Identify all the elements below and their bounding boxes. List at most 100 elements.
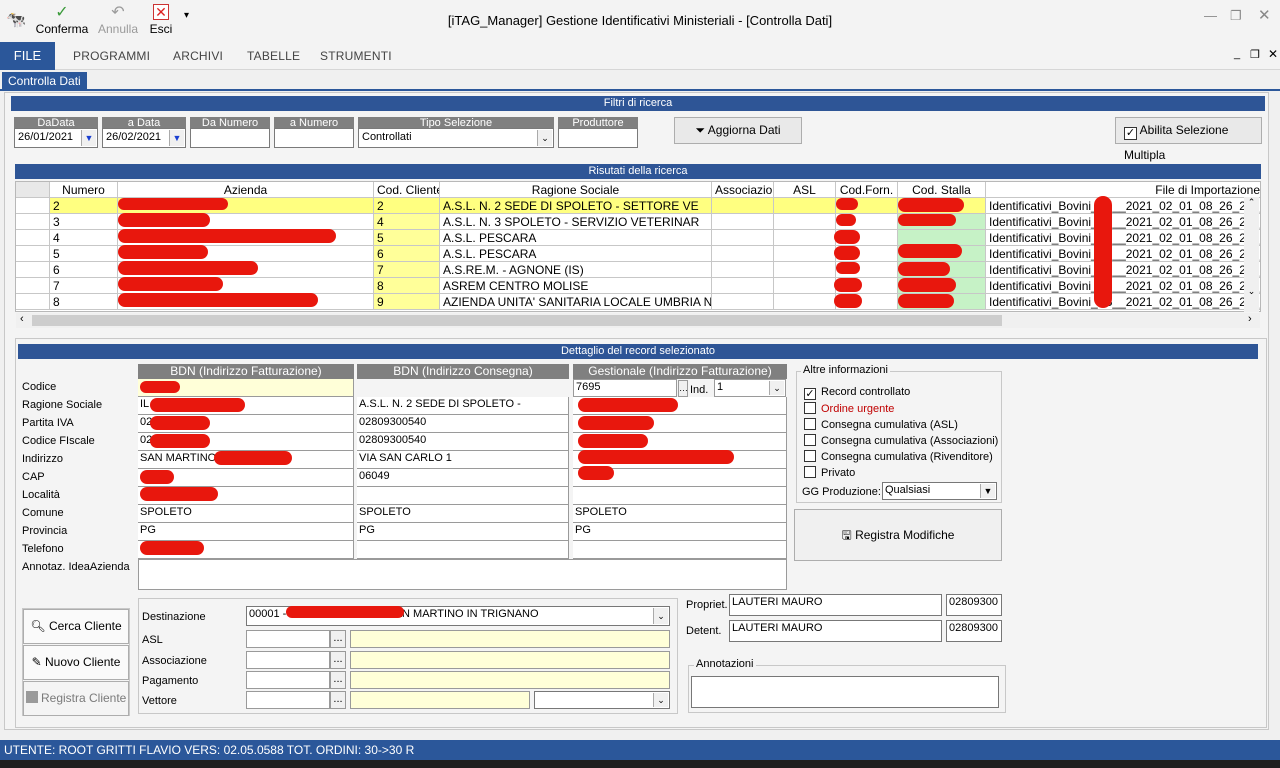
gestionale-codice[interactable]: 7695	[573, 379, 677, 397]
row-selector[interactable]	[16, 261, 50, 278]
consegna-associazioni-checkbox[interactable]: Consegna cumulativa (Associazioni)	[804, 434, 998, 447]
minimize-icon[interactable]: —	[1204, 8, 1217, 23]
vettore-picker-button[interactable]: ...	[330, 691, 346, 709]
label-codice-fiscale: Codice FIscale	[22, 435, 95, 447]
row-selector[interactable]	[16, 229, 50, 246]
col-ragione-sociale[interactable]: Ragione Sociale	[439, 182, 712, 198]
asl-picker-button[interactable]: ...	[330, 630, 346, 648]
redaction-mark	[578, 434, 648, 448]
register-client-button[interactable]: Registra Cliente	[23, 681, 129, 716]
col-numero[interactable]: Numero	[49, 182, 118, 198]
scroll-up-icon[interactable]: ⌃	[1244, 197, 1259, 208]
ordine-urgente-checkbox[interactable]: Ordine urgente	[804, 402, 894, 415]
delivery-partita-iva[interactable]: 02809300540	[357, 415, 569, 433]
producer-input[interactable]	[558, 128, 638, 148]
row-selector[interactable]	[16, 245, 50, 262]
gestionale-telefono[interactable]	[573, 541, 787, 559]
delivery-localita[interactable]	[357, 487, 569, 505]
pagamento-code-input[interactable]	[246, 671, 330, 689]
new-client-button[interactable]: ✎ Nuovo Cliente	[23, 645, 129, 680]
doc-tab-controlla-dati[interactable]: Controlla Dati	[2, 72, 87, 90]
col-file-importazione[interactable]: File di Importazione	[985, 182, 1260, 198]
col-cod-stalla[interactable]: Cod. Stalla	[897, 182, 986, 198]
privato-checkbox[interactable]: Privato	[804, 466, 855, 479]
vettore-name-field[interactable]	[350, 691, 530, 709]
mdi-restore-icon[interactable]: ❐	[1250, 48, 1260, 61]
delivery-provincia[interactable]: PG	[357, 523, 569, 541]
delivery-comune[interactable]: SPOLETO	[357, 505, 569, 523]
col-cod-forn[interactable]: Cod.Forn.	[835, 182, 898, 198]
vettore-code-input[interactable]	[246, 691, 330, 709]
pagamento-picker-button[interactable]: ...	[330, 671, 346, 689]
billing-provincia[interactable]: PG	[138, 523, 354, 541]
mdi-minimize-icon[interactable]: _	[1234, 48, 1240, 60]
scroll-left-icon[interactable]: ‹	[20, 313, 24, 325]
vettore-select[interactable]: ⌄	[534, 691, 670, 709]
gestionale-provincia[interactable]: PG	[573, 523, 787, 541]
scroll-thumb[interactable]	[32, 315, 1002, 326]
gestionale-comune[interactable]: SPOLETO	[573, 505, 787, 523]
grid-vertical-scrollbar[interactable]: ⌃ ⌄	[1244, 197, 1259, 312]
restore-icon[interactable]: ❐	[1230, 8, 1242, 24]
from-number-input[interactable]	[190, 128, 270, 148]
from-date-calendar-icon[interactable]: ▼	[81, 130, 96, 146]
annotazioni-field[interactable]	[691, 676, 999, 708]
tab-programmi[interactable]: PROGRAMMI	[73, 49, 150, 63]
tab-file[interactable]: FILE	[0, 42, 55, 70]
row-selector[interactable]	[16, 197, 50, 214]
delivery-ragione-sociale[interactable]: A.S.L. N. 2 SEDE DI SPOLETO -	[357, 397, 569, 415]
asl-name-field[interactable]	[350, 630, 670, 648]
ind-select[interactable]: 1 ⌄	[714, 379, 786, 397]
col-associazione[interactable]: Associazione	[711, 182, 774, 198]
to-date-value: 26/02/2021	[106, 131, 162, 143]
proprietario-code[interactable]: 02809300	[946, 594, 1002, 616]
associazione-name-field[interactable]	[350, 651, 670, 669]
refresh-button[interactable]: ⏷ Aggiorna Dati	[674, 117, 802, 144]
delivery-indirizzo[interactable]: VIA SAN CARLO 1	[357, 451, 569, 469]
consegna-rivenditore-checkbox[interactable]: Consegna cumulativa (Rivenditore)	[804, 450, 993, 463]
cell-ragione-sociale: AZIENDA UNITA' SANITARIA LOCALE UMBRIA N	[439, 293, 712, 310]
mdi-close-icon[interactable]: ✕	[1268, 47, 1278, 61]
col-azienda[interactable]: Azienda	[117, 182, 374, 198]
tab-strumenti[interactable]: STRUMENTI	[320, 49, 392, 63]
gg-produzione-select[interactable]: Qualsiasi ▼	[882, 482, 997, 500]
associazione-picker-button[interactable]: ...	[330, 651, 346, 669]
col-cod-cliente[interactable]: Cod. Cliente	[373, 182, 440, 198]
scroll-down-icon[interactable]: ⌄	[1244, 286, 1259, 297]
search-client-button[interactable]: 🔍︎ Cerca Cliente	[23, 609, 129, 644]
cell-cod-cliente: 2	[373, 197, 440, 214]
asl-code-input[interactable]	[246, 630, 330, 648]
scroll-right-icon[interactable]: ›	[1248, 313, 1252, 325]
associazione-code-input[interactable]	[246, 651, 330, 669]
gestionale-code-picker-icon[interactable]: …	[678, 380, 688, 397]
grid-horizontal-scrollbar[interactable]: ‹ ›	[16, 313, 1260, 328]
delivery-telefono[interactable]	[357, 541, 569, 559]
row-selector[interactable]	[16, 293, 50, 310]
to-number-input[interactable]	[274, 128, 354, 148]
tab-archivi[interactable]: ARCHIVI	[173, 49, 223, 63]
row-selector[interactable]	[16, 213, 50, 230]
selection-type-select[interactable]: Controllati ⌄	[358, 128, 554, 148]
detentore-code[interactable]: 02809300	[946, 620, 1002, 642]
to-date-calendar-icon[interactable]: ▼	[169, 130, 184, 146]
multi-select-checkbox[interactable]: ✓ Abilita Selezione Multipla	[1115, 117, 1262, 162]
billing-comune[interactable]: SPOLETO	[138, 505, 354, 523]
col-asl[interactable]: ASL	[773, 182, 836, 198]
delivery-codice-fiscale[interactable]: 02809300540	[357, 433, 569, 451]
consegna-asl-checkbox[interactable]: Consegna cumulativa (ASL)	[804, 418, 958, 431]
delivery-cap[interactable]: 06049	[357, 469, 569, 487]
proprietario-name[interactable]: LAUTERI MAURO	[729, 594, 942, 616]
redaction-mark	[118, 277, 223, 291]
detentore-name[interactable]: LAUTERI MAURO	[729, 620, 942, 642]
redaction-mark	[834, 294, 862, 308]
save-changes-button[interactable]: 🖫 Registra Modifiche	[794, 509, 1002, 561]
gestionale-localita[interactable]	[573, 487, 787, 505]
tab-tabelle[interactable]: TABELLE	[247, 49, 300, 63]
row-selector[interactable]	[16, 277, 50, 294]
from-date-input[interactable]: 26/01/2021 ▼	[14, 128, 98, 148]
record-controllato-checkbox[interactable]: ✓ Record controllato	[804, 386, 910, 400]
to-date-input[interactable]: 26/02/2021 ▼	[102, 128, 186, 148]
annotaz-ideaazienda-field[interactable]	[138, 559, 787, 590]
pagamento-name-field[interactable]	[350, 671, 670, 689]
close-icon[interactable]: ✕	[1258, 6, 1271, 24]
